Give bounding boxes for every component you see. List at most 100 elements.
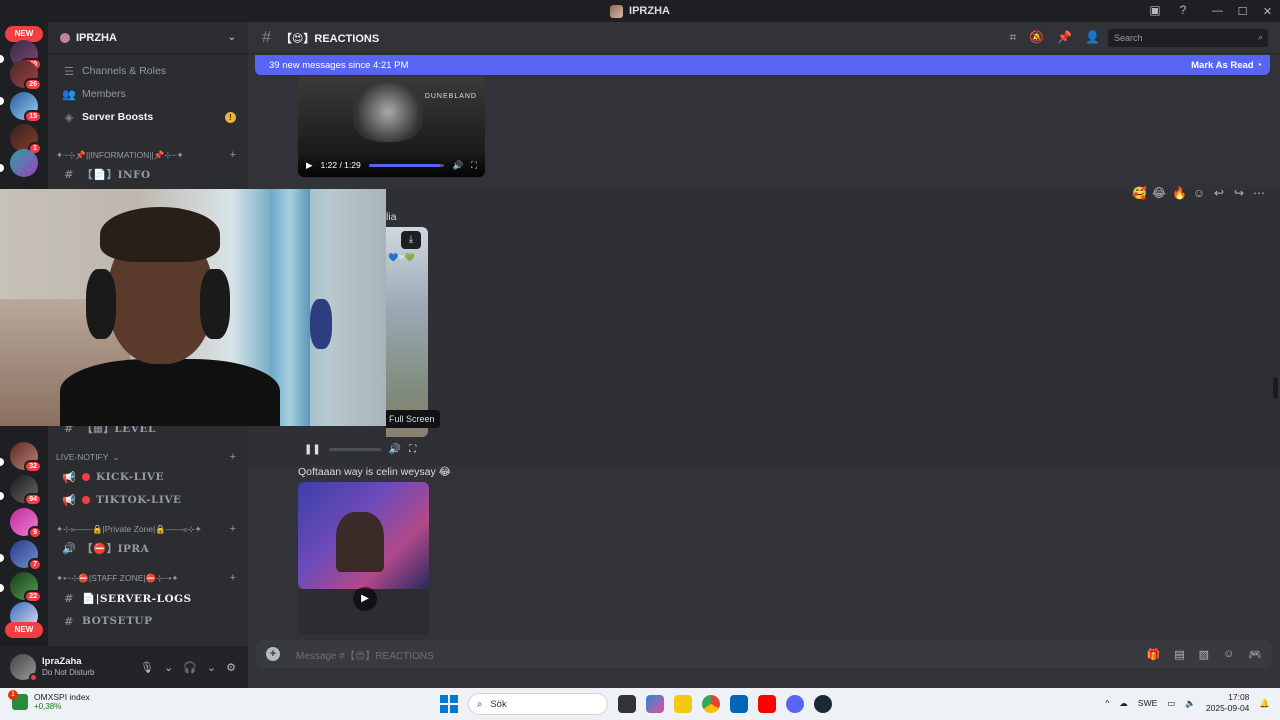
steam-icon[interactable] (814, 695, 832, 713)
gift-icon[interactable]: 🎁 (1147, 648, 1161, 661)
server-icon[interactable]: 15 (10, 92, 42, 123)
play-icon[interactable]: ▶ (306, 160, 313, 171)
discord-icon[interactable] (786, 695, 804, 713)
new-pill-bottom[interactable]: NEW (5, 622, 43, 638)
server-header[interactable]: IPRZHA ⌄ (48, 22, 248, 54)
server-icon[interactable]: 9 (10, 508, 42, 539)
channel-botsetup[interactable]: # BOTSETUP (56, 611, 240, 631)
minimize-icon[interactable]: — (1205, 5, 1230, 17)
channel-ipra[interactable]: 🔊 【⛔】IPRA (56, 538, 240, 558)
more-icon[interactable]: ⋯ (1252, 186, 1266, 200)
threads-icon[interactable]: ⌗ (1009, 30, 1016, 45)
network-icon[interactable]: ☁ (1119, 698, 1128, 709)
play-icon[interactable]: ▶ (353, 587, 377, 611)
add-channel-icon[interactable]: + (230, 451, 236, 463)
notifications-icon[interactable]: 🔔 (1259, 698, 1270, 709)
server-mini-icon (610, 4, 624, 18)
gear-icon[interactable]: ⚙ (226, 661, 236, 674)
server-icon[interactable]: 22 (10, 572, 42, 603)
server-icon[interactable]: 1 (10, 124, 42, 155)
forward-icon[interactable]: ↪ (1232, 186, 1246, 200)
pause-icon[interactable]: ❚❚ (304, 444, 321, 455)
task-view-icon[interactable] (618, 695, 636, 713)
category-information[interactable]: ✦┈⊹📌||INFORMATION||📌⊹┈✦ + (56, 147, 240, 163)
notification-bell-icon[interactable]: 🔕 (1029, 30, 1044, 45)
fullscreen-tooltip: Full Screen (384, 410, 440, 428)
server-icon[interactable]: 26 (10, 60, 42, 91)
search-input[interactable]: Search ⌕ (1108, 28, 1268, 47)
reply-icon[interactable]: ↩ (1212, 186, 1226, 200)
reaction-laugh-icon[interactable]: 😂 (1152, 186, 1166, 200)
fullscreen-icon[interactable]: ⛶ (471, 160, 477, 171)
video-thumbnail[interactable] (298, 482, 429, 589)
webcam-overlay (0, 189, 386, 426)
message-input[interactable]: Message #【😍】REACTIONS (296, 647, 434, 662)
download-icon[interactable]: ⤓ (401, 231, 421, 249)
activities-icon[interactable]: 🎮 (1248, 648, 1262, 661)
inbox-icon[interactable]: ▣ (1148, 3, 1162, 17)
category-private-zone[interactable]: ✦⊹»——🔒|Private Zone|🔒——«⊹✦ + (56, 521, 240, 537)
avatar[interactable] (10, 654, 38, 682)
menu-members[interactable]: 👥 Members (56, 84, 240, 104)
channel-server-logs[interactable]: # 📄|SERVER-LOGS (56, 588, 240, 608)
display-icon[interactable]: ▭ (1167, 698, 1175, 709)
pin-icon[interactable]: 📌 (1057, 30, 1072, 45)
microphone-icon[interactable]: 🎙 (140, 661, 154, 674)
chevron-down-icon[interactable]: ⌄ (228, 32, 236, 43)
chevron-down-icon[interactable]: ⌄ (207, 661, 216, 674)
video-attachment[interactable]: DUNEBLAND ▶ 1:22 / 1:29 🔊 ⛶ (298, 77, 485, 177)
chevron-down-icon[interactable]: ⌄ (164, 661, 173, 674)
chevron-up-icon[interactable]: ^ (1105, 698, 1109, 708)
copilot-icon[interactable] (646, 695, 664, 713)
message-composer[interactable]: + Message #【😍】REACTIONS 🎁 ▤ ▧ ☺ 🎮 (256, 640, 1272, 668)
close-icon[interactable]: ✕ (1255, 5, 1280, 18)
server-icon[interactable]: 94 (10, 475, 42, 506)
youtube-icon[interactable] (758, 695, 776, 713)
video-progress[interactable] (328, 447, 381, 451)
stock-widget[interactable]: 1 OMXSPI index +0,38% (8, 690, 90, 712)
language-indicator[interactable]: SWE (1138, 698, 1157, 708)
video-progress[interactable] (368, 163, 445, 167)
add-reaction-icon[interactable]: ☺ (1192, 186, 1206, 200)
channel-tiktok-live[interactable]: 📢 TIKTOK-LIVE (56, 490, 240, 510)
add-channel-icon[interactable]: + (230, 149, 236, 161)
category-live-notify[interactable]: LIVE-NOTIFY ⌄ + (56, 449, 240, 465)
user-info[interactable]: IpraZaha Do Not Disturb (42, 656, 94, 678)
fullscreen-icon[interactable]: ⛶ (409, 444, 416, 455)
composer-icons: 🎁 ▤ ▧ ☺ 🎮 (1147, 648, 1262, 661)
new-messages-bar[interactable]: 39 new messages since 4:21 PM Mark As Re… (255, 55, 1270, 75)
emoji-icon[interactable]: ☺ (1223, 648, 1234, 661)
scrollbar[interactable] (1273, 377, 1278, 399)
volume-icon[interactable]: 🔊 (452, 160, 463, 171)
store-icon[interactable] (730, 695, 748, 713)
sticker-icon[interactable]: ▧ (1199, 648, 1209, 661)
channel-kick-live[interactable]: 📢 KICK-LIVE (56, 467, 240, 487)
volume-icon[interactable]: 🔈 (1185, 698, 1196, 709)
reaction-heart-eyes-icon[interactable]: 🥰 (1132, 186, 1147, 200)
maximize-icon[interactable]: ☐ (1230, 5, 1255, 18)
mark-as-read-button[interactable]: Mark As Read ◔ (1191, 60, 1262, 71)
add-channel-icon[interactable]: + (230, 572, 236, 584)
file-explorer-icon[interactable] (674, 695, 692, 713)
member-list-icon[interactable]: 👤 (1085, 30, 1100, 45)
help-icon[interactable]: ? (1176, 3, 1190, 17)
category-staff-zone[interactable]: ✦•┈⊹⛔|STAFF ZONE|⛔⊹┈•✦ + (56, 570, 240, 586)
taskbar-search[interactable]: ⌕ Sök (468, 693, 608, 715)
server-icon[interactable] (10, 149, 38, 177)
server-icon[interactable]: 7 (10, 540, 42, 571)
headphones-icon[interactable]: 🎧 (183, 661, 197, 674)
gif-icon[interactable]: ▤ (1174, 648, 1184, 661)
add-channel-icon[interactable]: + (230, 523, 236, 535)
add-attachment-icon[interactable]: + (266, 647, 280, 661)
menu-channels-roles[interactable]: ☰ Channels & Roles (56, 61, 240, 81)
windows-start-icon[interactable] (440, 695, 458, 713)
server-icon[interactable]: 32 (10, 442, 42, 473)
chrome-icon[interactable] (702, 695, 720, 713)
menu-server-boosts[interactable]: ◈ Server Boosts ! (56, 107, 240, 127)
stock-chart-icon: 1 (8, 690, 28, 710)
volume-icon[interactable]: 🔊 (389, 444, 401, 455)
video-attachment[interactable]: 💙❤💚 (386, 227, 428, 437)
reaction-fire-icon[interactable]: 🔥 (1172, 186, 1187, 200)
clock[interactable]: 17:08 2025-09-04 (1206, 692, 1249, 714)
channel-info[interactable]: # 【📄】INFO (56, 164, 240, 184)
